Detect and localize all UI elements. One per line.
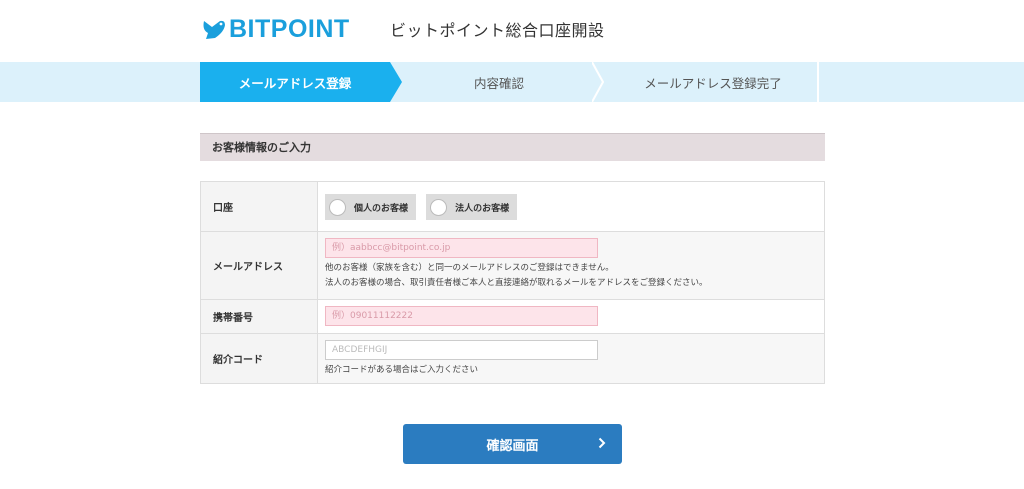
phone-input[interactable]: 例）09011112222 xyxy=(325,306,598,326)
radio-circle-icon xyxy=(329,198,346,216)
site-header: BITPOINT ビットポイント総合口座開設 xyxy=(0,0,1024,62)
email-help-1: 他のお客様（家族を含む）と同一のメールアドレスのご登録はできません。 xyxy=(325,263,614,273)
email-help-2: 法人のお客様の場合、取引責任者様ご本人と直接連絡が取れるメールをアドレスをご登録… xyxy=(325,278,708,288)
confirm-button[interactable]: 確認画面 xyxy=(403,424,622,464)
page-title: ビットポイント総合口座開設 xyxy=(390,21,605,40)
corporate-radio-label: 法人のお客様 xyxy=(455,203,510,214)
email-input[interactable]: 例）aabbcc@bitpoint.co.jp xyxy=(325,238,598,258)
step-confirm: 内容確認 xyxy=(404,62,594,102)
email-row: メールアドレス 例）aabbcc@bitpoint.co.jp 他のお客様（家族… xyxy=(201,232,824,300)
account-type-options: 個人のお客様 法人のお客様 xyxy=(318,182,824,231)
account-type-row: 口座 個人のお客様 法人のお客様 xyxy=(201,182,824,232)
step-email-registration: メールアドレス登録 xyxy=(200,62,390,102)
progress-steps: メールアドレス登録 内容確認 メールアドレス登録完了 xyxy=(0,62,1024,102)
referral-row: 紹介コード ABCDEFHGIJ 紹介コードがある場合はご入力ください xyxy=(201,334,824,384)
step-label: メールアドレス登録完了 xyxy=(644,75,782,91)
section-title: お客様情報のご入力 xyxy=(200,133,825,161)
step-label: メールアドレス登録 xyxy=(238,75,352,91)
individual-radio[interactable]: 個人のお客様 xyxy=(325,194,417,220)
referral-help: 紹介コードがある場合はご入力ください xyxy=(325,365,479,375)
confirm-button-label: 確認画面 xyxy=(486,438,539,454)
individual-radio-label: 個人のお客様 xyxy=(354,203,409,214)
step-divider-icon xyxy=(817,62,819,102)
step-divider-icon xyxy=(592,62,604,102)
bitpoint-logo[interactable]: BITPOINT xyxy=(200,14,350,44)
phone-body: 例）09011112222 xyxy=(318,300,824,333)
step-arrow-icon xyxy=(390,62,402,102)
referral-label: 紹介コード xyxy=(201,334,318,383)
brand-name: BITPOINT xyxy=(229,14,350,43)
referral-input[interactable]: ABCDEFHGIJ xyxy=(325,340,598,360)
chevron-right-icon xyxy=(598,437,606,449)
radio-circle-icon xyxy=(430,198,448,216)
step-complete: メールアドレス登録完了 xyxy=(608,62,818,102)
bird-logo-icon xyxy=(203,20,225,39)
phone-label: 携帯番号 xyxy=(201,300,318,333)
phone-row: 携帯番号 例）09011112222 xyxy=(201,300,824,334)
account-type-label: 口座 xyxy=(201,182,318,231)
corporate-radio[interactable]: 法人のお客様 xyxy=(426,194,518,220)
customer-info-form: 口座 個人のお客様 法人のお客様 メールアドレス 例）aabbcc@bitpoi… xyxy=(200,181,825,384)
step-label: 内容確認 xyxy=(473,75,524,91)
email-label: メールアドレス xyxy=(201,232,318,299)
email-body: 例）aabbcc@bitpoint.co.jp 他のお客様（家族を含む）と同一の… xyxy=(318,232,824,299)
referral-body: ABCDEFHGIJ 紹介コードがある場合はご入力ください xyxy=(318,334,824,383)
